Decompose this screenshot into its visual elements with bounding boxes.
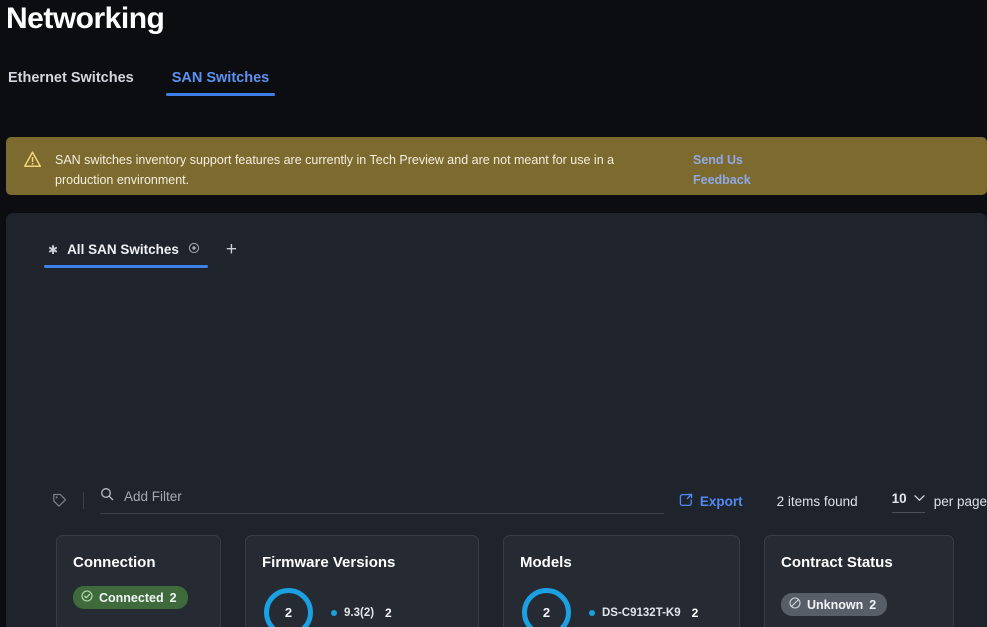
view-tab-all-san-switches[interactable]: ✱ All SAN Switches	[44, 241, 208, 268]
badge-label: Connected	[99, 590, 164, 605]
legend-dot-icon	[331, 609, 337, 616]
summary-cards: Connection Connected 2 Firmware Versions	[56, 535, 954, 627]
chevron-down-icon	[914, 489, 925, 507]
table-toolbar: Export 2 items found 10 per page	[679, 489, 987, 513]
export-button[interactable]: Export	[679, 493, 743, 510]
card-title: Firmware Versions	[262, 554, 396, 571]
badge-label: Unknown	[807, 597, 864, 612]
export-label: Export	[699, 493, 743, 509]
status-badge-connected[interactable]: Connected 2	[73, 586, 188, 609]
saved-views: ✱ All SAN Switches +	[44, 240, 237, 268]
page-tabs: Ethernet Switches SAN Switches	[0, 70, 275, 96]
card-title: Models	[520, 554, 572, 571]
card-title: Connection	[73, 554, 156, 571]
filter-bar	[52, 487, 664, 514]
per-page-label: per page	[933, 493, 987, 509]
donut-chart-models: 2 DS-C9132T-K9 2	[520, 586, 723, 627]
search-input[interactable]	[124, 489, 664, 504]
card-title: Contract Status	[781, 554, 893, 571]
donut-ring[interactable]: 2	[262, 586, 315, 627]
warning-triangle-icon	[23, 151, 42, 168]
per-page-value: 10	[891, 490, 907, 506]
add-view-button[interactable]: +	[226, 240, 237, 268]
donut-chart-firmware: 2 9.3(2) 2	[262, 586, 462, 627]
status-badge-unknown[interactable]: Unknown 2	[781, 593, 888, 616]
banner-message: SAN switches inventory support features …	[55, 153, 615, 187]
per-page-select[interactable]: 10	[891, 489, 925, 513]
legend-count: 2	[385, 605, 392, 620]
donut-total: 2	[542, 605, 551, 620]
filter-search	[100, 487, 664, 514]
legend-label: 9.3(2)	[344, 606, 375, 619]
gear-icon[interactable]	[188, 241, 200, 259]
view-tab-label: All SAN Switches	[67, 242, 179, 257]
no-entry-icon	[789, 597, 801, 612]
tech-preview-banner: SAN switches inventory support features …	[6, 137, 987, 195]
donut-legend-item[interactable]: DS-C9132T-K9 2	[589, 606, 698, 620]
tab-ethernet-switches[interactable]: Ethernet Switches	[2, 70, 140, 96]
search-icon	[100, 487, 114, 506]
badge-count: 2	[169, 590, 177, 605]
check-circle-icon	[81, 590, 93, 605]
tag-icon[interactable]	[52, 493, 67, 508]
divider	[83, 492, 84, 509]
legend-label: DS-C9132T-K9	[602, 606, 681, 619]
san-switches-panel: ✱ All SAN Switches + Add Filter Export 2…	[6, 213, 987, 627]
card-firmware-versions: Firmware Versions 2 9.3(2) 2	[245, 535, 479, 627]
legend-dot-icon	[589, 609, 595, 616]
send-us-feedback-link[interactable]: Send Us Feedback	[693, 150, 767, 190]
tab-san-switches[interactable]: SAN Switches	[165, 70, 276, 96]
badge-count: 2	[869, 597, 877, 612]
star-icon: ✱	[48, 242, 59, 257]
legend-count: 2	[691, 605, 699, 620]
card-contract-status: Contract Status Unknown 2	[764, 535, 954, 627]
card-connection: Connection Connected 2	[56, 535, 221, 627]
donut-ring[interactable]: 2	[520, 586, 573, 627]
items-found-count: 2 items found	[776, 493, 858, 509]
donut-total: 2	[284, 605, 293, 620]
donut-legend-item[interactable]: 9.3(2) 2	[331, 606, 392, 620]
page-title: Networking	[6, 2, 165, 35]
export-icon	[679, 493, 693, 510]
card-models: Models 2 DS-C9132T-K9 2	[503, 535, 740, 627]
networking-page: Networking Ethernet Switches SAN Switche…	[0, 0, 987, 627]
